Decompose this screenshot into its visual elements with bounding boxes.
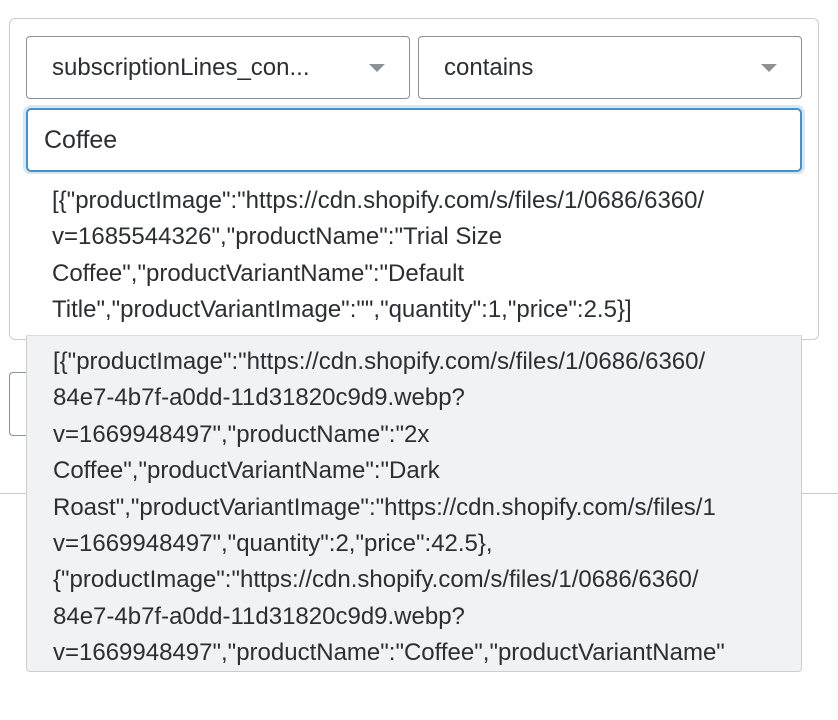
results-dropdown: [{"productImage":"https://cdn.shopify.co…	[26, 174, 802, 672]
search-input[interactable]	[26, 108, 802, 172]
result-text-line: v=1669948497","productName":"2x	[53, 420, 430, 448]
operator-select[interactable]: contains	[418, 36, 802, 99]
field-select[interactable]: subscriptionLines_con...	[26, 36, 410, 99]
result-text-line: Title","productVariantImage":"","quantit…	[52, 296, 632, 324]
result-text-line: [{"productImage":"https://cdn.shopify.co…	[52, 187, 705, 214]
result-text-line: {"productImage":"https://cdn.shopify.com…	[53, 566, 699, 594]
result-text-line: [{"productImage":"https://cdn.shopify.co…	[53, 348, 706, 375]
operator-select-value: contains	[444, 53, 534, 81]
filter-page: subscriptionLines_con... contains [{"pro…	[0, 0, 838, 720]
result-text-line: 84e7-4b7f-a0dd-11d31820c9d9.webp?	[53, 384, 465, 412]
chevron-down-icon	[761, 64, 777, 72]
result-option-highlighted[interactable]: [{"productImage":"https://cdn.shopify.co…	[26, 336, 802, 672]
result-text-line: Coffee","productVariantName":"Default	[52, 259, 465, 287]
result-option[interactable]: [{"productImage":"https://cdn.shopify.co…	[26, 174, 802, 336]
result-text-line: Coffee","productVariantName":"Dark	[53, 457, 440, 485]
result-text-line: v=1685544326","productName":"Trial Size	[52, 223, 503, 251]
result-text-line: Roast","productVariantImage":"https://cd…	[53, 493, 716, 521]
result-text-line: v=1669948497","productName":"Coffee","pr…	[53, 639, 725, 667]
field-select-value: subscriptionLines_con...	[52, 53, 310, 81]
result-text-line: v=1669948497","quantity":2,"price":42.5}…	[53, 530, 493, 558]
chevron-down-icon	[369, 64, 385, 72]
result-text-line: 84e7-4b7f-a0dd-11d31820c9d9.webp?	[53, 602, 465, 630]
